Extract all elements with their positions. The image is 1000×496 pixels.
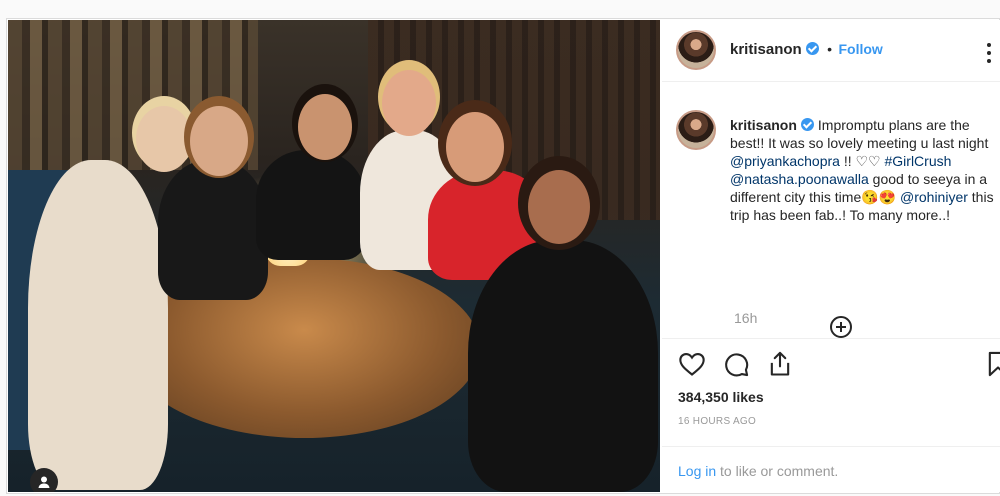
more-options-glyph: [987, 43, 991, 63]
person-1: [28, 160, 168, 490]
post-time-ago: 16 HOURS AGO: [678, 416, 757, 427]
person-4-head: [382, 70, 436, 136]
comment-glyph: [725, 353, 749, 377]
user-tag-glyph: [38, 476, 50, 488]
heart-glyph: [679, 353, 705, 376]
post-photo[interactable]: [8, 20, 660, 492]
login-prompt: Log in to like or comment.: [678, 463, 838, 479]
header-user-line: kritisanon • Follow: [730, 41, 883, 59]
person-2: [158, 160, 268, 300]
share-glyph: [770, 351, 790, 376]
hashtag-girlcrush[interactable]: #GirlCrush: [885, 153, 952, 169]
share-icon[interactable]: [766, 350, 794, 378]
caption-text: kritisanon Impromptu plans are the best!!…: [730, 116, 994, 224]
mention-priyankachopra[interactable]: @priyankachopra: [730, 153, 840, 169]
person-2-head: [190, 106, 248, 176]
more-options-icon[interactable]: [986, 42, 992, 64]
person-3: [256, 150, 366, 260]
person-5-head: [446, 112, 504, 182]
bookmark-glyph: [988, 351, 1000, 377]
caption-verified-icon: [800, 118, 814, 131]
login-rest-text: to like or comment.: [716, 463, 839, 479]
person-6: [468, 240, 658, 492]
mention-rohiniyer[interactable]: @rohiniyer: [900, 189, 968, 205]
caption-avatar[interactable]: [676, 110, 716, 150]
person-6-head: [528, 170, 590, 244]
follow-button[interactable]: Follow: [839, 41, 883, 57]
login-link[interactable]: Log in: [678, 463, 716, 479]
post-sidebar: kritisanon • Follow kritisanon Impromptu …: [662, 20, 1000, 492]
user-tag-icon[interactable]: [30, 468, 58, 492]
verified-icon: [805, 42, 819, 55]
login-bar: Log in to like or comment.: [662, 446, 1000, 493]
heart-icon[interactable]: [678, 350, 706, 378]
mention-natasha-poonawalla[interactable]: @natasha.poonawalla: [730, 171, 869, 187]
caption-line-2: !! ♡♡: [839, 153, 885, 169]
bookmark-icon[interactable]: [984, 350, 1000, 378]
caption-username[interactable]: kritisanon: [730, 117, 797, 133]
comment-icon[interactable]: [722, 350, 750, 378]
person-3-head: [298, 94, 352, 160]
caption-timestamp: 16h: [734, 310, 758, 326]
avatar[interactable]: [676, 30, 716, 70]
header-username[interactable]: kritisanon: [730, 41, 802, 58]
likes-count[interactable]: 384,350 likes: [678, 389, 764, 405]
post-header: kritisanon • Follow: [662, 20, 1000, 82]
person-1-head: [136, 106, 192, 172]
add-comment-icon[interactable]: [830, 316, 852, 338]
separator-dot: •: [827, 41, 833, 57]
actions-divider: [662, 338, 1000, 339]
